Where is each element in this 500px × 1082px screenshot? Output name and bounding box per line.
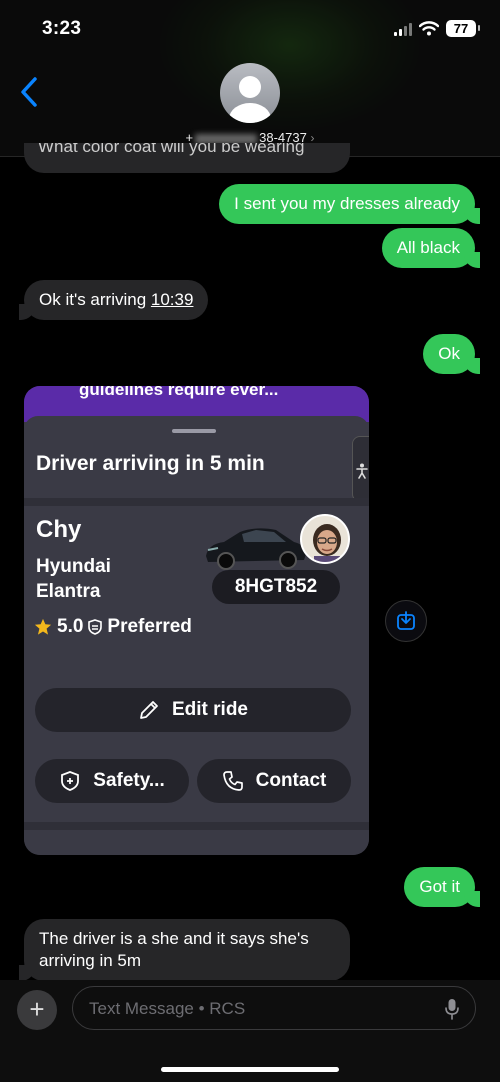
download-tray-icon (397, 611, 415, 630)
message-outgoing[interactable]: All black (381, 228, 481, 268)
ride-status: Driver arriving in 5 min (36, 452, 265, 475)
star-icon (34, 618, 52, 635)
message-outgoing[interactable]: Ok (423, 334, 480, 374)
shield-badge-icon (88, 619, 103, 635)
cellular-signal-icon (394, 22, 412, 36)
driver-rating: 5.0 Preferred (34, 616, 192, 638)
save-icon[interactable] (385, 600, 427, 642)
microphone-icon[interactable] (445, 998, 459, 1020)
edit-ride-button[interactable]: Edit ride (35, 688, 351, 732)
section-divider (24, 498, 369, 506)
plus-icon[interactable]: + (17, 990, 57, 1030)
pencil-icon (140, 701, 158, 719)
driver-name: Chy (36, 516, 82, 543)
contact-avatar[interactable] (220, 63, 280, 123)
section-divider (24, 822, 369, 830)
time-link[interactable]: 10:39 (151, 290, 194, 309)
shield-plus-icon (61, 771, 80, 791)
message-incoming-partial[interactable]: What color coat will you be wearing (24, 143, 350, 173)
ride-share-card[interactable]: guidelines require ever... Driver arrivi… (24, 386, 369, 855)
home-indicator[interactable] (161, 1067, 339, 1072)
message-outgoing[interactable]: I sent you my dresses already (219, 184, 480, 224)
accessibility-figure-icon (356, 463, 368, 479)
safety-button[interactable]: Safety... (35, 759, 189, 803)
wifi-icon (419, 21, 439, 36)
sheet-grabber[interactable] (172, 429, 216, 433)
status-time: 3:23 (42, 18, 82, 39)
message-incoming[interactable]: Ok it's arriving 10:39 (18, 280, 209, 320)
person-icon (229, 76, 271, 123)
ride-sheet: Driver arriving in 5 min Chy Hyundai Ela… (24, 416, 369, 855)
license-plate: 8HGT852 (212, 570, 340, 604)
back-chevron-icon[interactable] (16, 74, 44, 110)
accessibility-icon[interactable] (352, 436, 369, 502)
driver-face-icon (313, 524, 341, 562)
status-icons: 77 (394, 20, 480, 37)
battery-icon: 77 (446, 20, 480, 37)
message-input-placeholder: Text Message • RCS (89, 999, 246, 1018)
message-input[interactable]: Text Message • RCS (72, 986, 476, 1030)
car-image (206, 528, 306, 570)
car-model: Hyundai Elantra (36, 556, 111, 602)
driver-avatar[interactable] (300, 514, 350, 564)
phone-icon (222, 771, 243, 791)
message-outgoing[interactable]: Got it (404, 867, 480, 907)
message-incoming[interactable]: The driver is a she and it says she's ar… (19, 919, 350, 981)
contact-button[interactable]: Contact (197, 759, 351, 803)
